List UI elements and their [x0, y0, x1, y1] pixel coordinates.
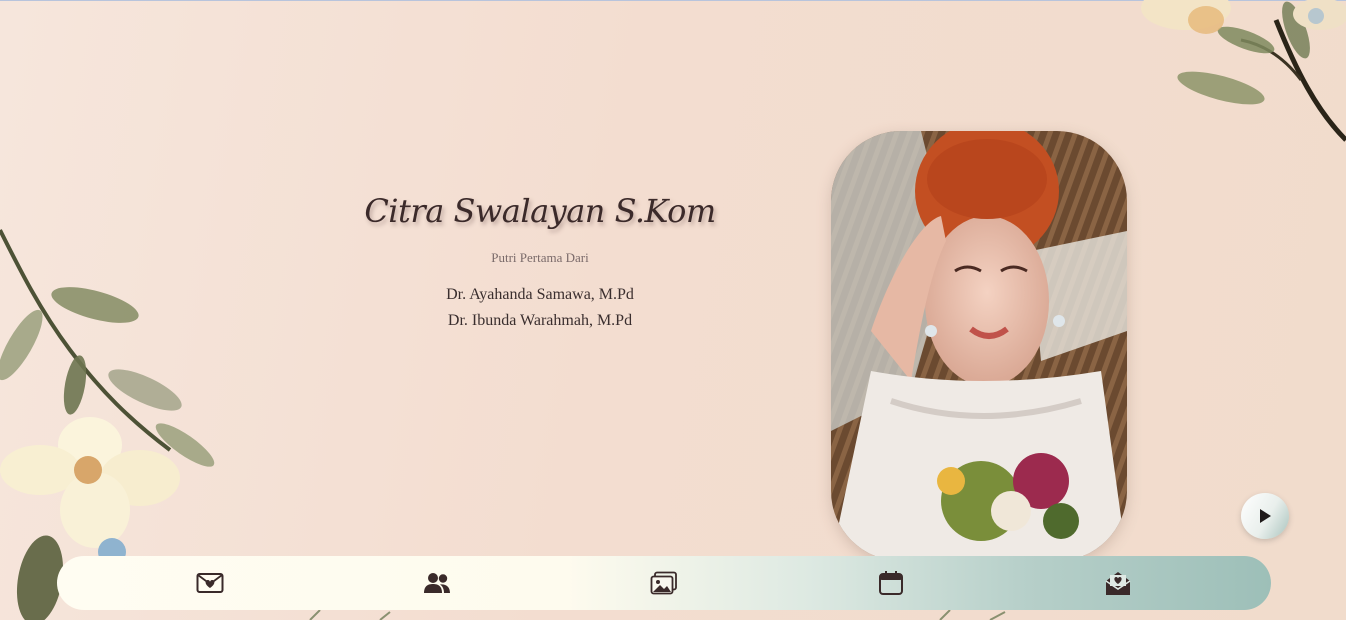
- gallery-icon: [650, 571, 677, 595]
- bride-photo: [831, 131, 1127, 561]
- play-icon: [1260, 509, 1271, 523]
- parents: Dr. Ayahanda Samawa, M.Pd Dr. Ibunda War…: [340, 282, 740, 334]
- bottom-navigation: [57, 556, 1271, 610]
- couple-icon: [424, 573, 451, 593]
- bride-subtitle: Putri Pertama Dari: [491, 250, 589, 265]
- nav-item-wishes[interactable]: [1098, 563, 1138, 603]
- calendar-icon: [878, 571, 903, 595]
- mother-name: Dr. Ibunda Warahmah, M.Pd: [447, 312, 633, 329]
- music-play-button[interactable]: [1241, 493, 1289, 539]
- floral-decoration-top-right: [1141, 0, 1346, 142]
- nav-item-invitation[interactable]: [190, 563, 230, 603]
- bride-name: Citra Swalayan S.Kom: [364, 192, 716, 230]
- nav-item-couple[interactable]: [417, 563, 457, 603]
- bride-info: Citra Swalayan S.Kom Putri Pertama Dari …: [340, 192, 740, 334]
- nav-item-gallery[interactable]: [644, 563, 684, 603]
- floral-decoration-bottom-left: [309, 610, 391, 620]
- father-name: Dr. Ayahanda Samawa, M.Pd: [446, 286, 634, 303]
- floral-decoration-bottom-right: [939, 610, 1006, 620]
- mail-open-heart-icon: [1105, 572, 1131, 595]
- envelope-heart-icon: [196, 573, 224, 593]
- nav-item-event-date[interactable]: [871, 563, 911, 603]
